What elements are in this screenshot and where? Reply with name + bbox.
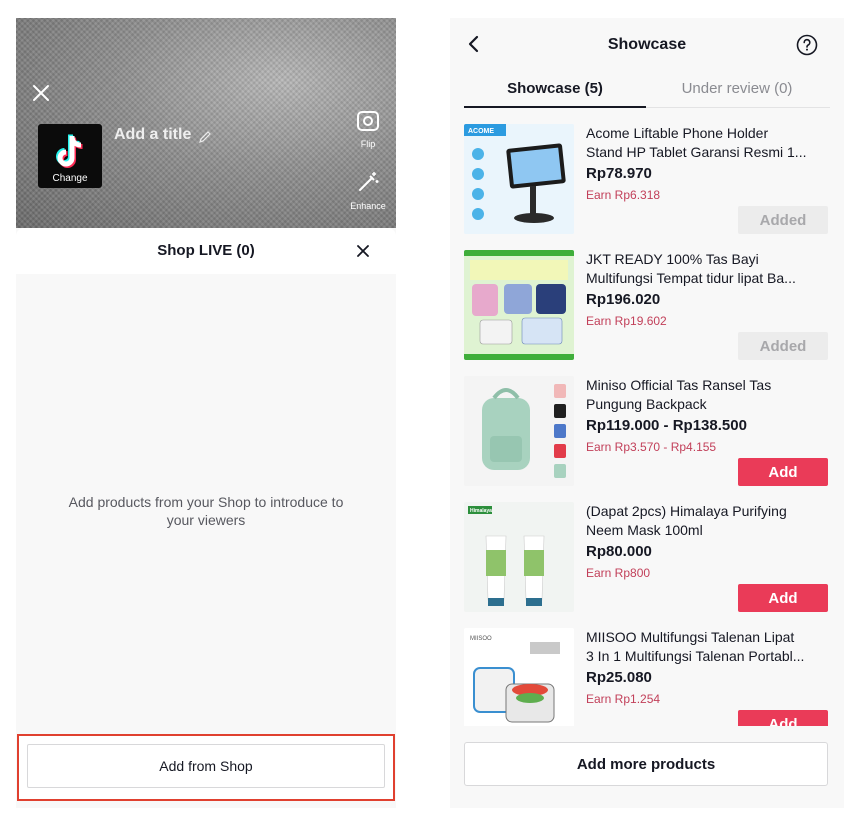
flip-camera-icon: [357, 111, 379, 131]
product-item[interactable]: Miniso Official Tas Ransel Tas Pungung B…: [450, 376, 844, 500]
enhance-button[interactable]: Enhance: [346, 170, 390, 211]
showcase-screen: Showcase Showcase (5) Under review (0) A…: [450, 18, 844, 808]
product-earn: Earn Rp19.602: [586, 314, 667, 328]
highlight-box: Add from Shop: [17, 734, 395, 801]
product-image: [464, 376, 574, 486]
tab-under-review[interactable]: Under review (0): [646, 80, 828, 97]
product-image: ACOME: [464, 124, 574, 234]
enhance-label: Enhance: [350, 201, 386, 211]
add-more-products-button[interactable]: Add more products: [464, 742, 828, 786]
flip-label: Flip: [360, 139, 376, 149]
live-title-input[interactable]: Add a title: [114, 126, 191, 144]
magic-wand-icon: [359, 172, 379, 191]
add-from-shop-button[interactable]: Add from Shop: [27, 744, 385, 788]
product-name: (Dapat 2pcs) Himalaya Purifying Neem Mas…: [586, 503, 787, 538]
showcase-header: Showcase Showcase (5) Under review (0): [450, 18, 844, 108]
add-button[interactable]: Add: [738, 458, 828, 486]
bottom-action-bar: Add more products: [450, 726, 844, 808]
help-icon[interactable]: [796, 34, 818, 56]
camera-preview: Change Add a title Flip Enhance: [16, 18, 396, 228]
tiktok-logo-icon: [56, 134, 83, 168]
tab-showcase[interactable]: Showcase (5): [464, 80, 646, 97]
product-earn: Earn Rp1.254: [586, 692, 661, 706]
cover-change-label: Change: [52, 173, 88, 184]
page-title: Showcase: [607, 36, 687, 53]
product-image: MIISOO: [464, 628, 574, 738]
brand-logo-text: Himalaya: [470, 508, 492, 514]
product-earn: Earn Rp6.318: [586, 188, 661, 202]
close-icon[interactable]: [355, 243, 371, 259]
product-price: Rp119.000 - Rp138.500: [586, 417, 747, 434]
added-button[interactable]: Added: [738, 206, 828, 234]
brand-logo-text: MIISOO: [470, 636, 492, 642]
product-name: Acome Liftable Phone Holder Stand HP Tab…: [586, 125, 807, 160]
product-price: Rp25.080: [586, 669, 652, 686]
active-tab-indicator: [464, 106, 646, 108]
shop-live-screen: Change Add a title Flip Enhance Shop LIV…: [16, 18, 396, 808]
shop-live-sheet: Shop LIVE (0) Add products from your Sho…: [16, 228, 396, 808]
sheet-title: Shop LIVE (0): [157, 242, 255, 259]
product-name: MIISOO Multifungsi Talenan Lipat 3 In 1 …: [586, 629, 805, 664]
tab-divider: [646, 107, 830, 108]
product-item[interactable]: JKT READY 100% Tas Bayi Multifungsi Temp…: [450, 250, 844, 374]
product-name: JKT READY 100% Tas Bayi Multifungsi Temp…: [586, 251, 796, 286]
product-price: Rp78.970: [586, 165, 652, 182]
cover-image[interactable]: Change: [38, 124, 102, 188]
product-price: Rp80.000: [586, 543, 652, 560]
product-image: [464, 250, 574, 360]
product-item[interactable]: ACOME Acome Liftable Phone Holder Stand …: [450, 124, 844, 248]
close-icon[interactable]: [30, 82, 52, 104]
product-name: Miniso Official Tas Ransel Tas Pungung B…: [586, 377, 772, 412]
add-button[interactable]: Add: [738, 584, 828, 612]
empty-state-message: Add products from your Shop to introduce…: [68, 494, 344, 528]
product-price: Rp196.020: [586, 291, 661, 308]
product-earn: Earn Rp800: [586, 566, 651, 580]
product-earn: Earn Rp3.570 - Rp4.155: [586, 440, 717, 454]
flip-button[interactable]: Flip: [352, 110, 384, 149]
pencil-icon: [199, 131, 211, 143]
product-image: Himalaya: [464, 502, 574, 612]
product-item[interactable]: Himalaya (Dapat 2pcs) Himalaya Purifying…: [450, 502, 844, 626]
brand-logo-text: ACOME: [468, 128, 494, 135]
added-button[interactable]: Added: [738, 332, 828, 360]
sheet-header: Shop LIVE (0): [16, 228, 396, 274]
